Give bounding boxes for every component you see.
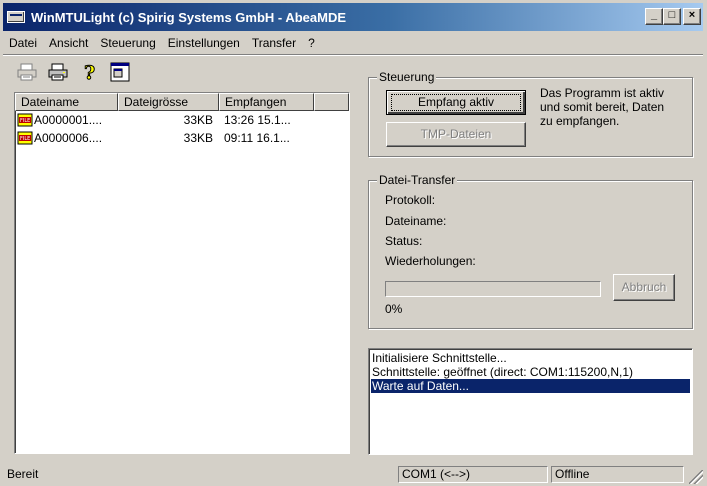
- menu-datei[interactable]: Datei: [3, 36, 43, 50]
- help-icon: ?: [84, 62, 96, 82]
- status-bar: Bereit COM1 (<-->) Offline: [3, 464, 703, 484]
- maximize-button[interactable]: □: [663, 8, 681, 25]
- control-info-line: Das Programm ist aktiv: [540, 86, 665, 100]
- svg-text:FILE: FILE: [20, 136, 30, 142]
- window-controls: _ □ ×: [645, 8, 701, 25]
- status-label: Status:: [385, 234, 423, 248]
- maximize-icon: □: [668, 9, 676, 21]
- control-group-label: Steuerung: [377, 70, 437, 84]
- file-name: A0000001....: [34, 113, 103, 127]
- help-button[interactable]: ?: [76, 60, 102, 84]
- file-name-cell: FILE A0000001....: [15, 113, 118, 127]
- log-line-selected[interactable]: Warte auf Daten...: [371, 379, 690, 393]
- log-line[interactable]: Initialisiere Schnittstelle...: [371, 351, 690, 365]
- print-button[interactable]: [45, 60, 71, 84]
- transfer-group-label: Datei-Transfer: [377, 173, 458, 187]
- column-header-empty[interactable]: [314, 93, 349, 111]
- minimize-button[interactable]: _: [645, 8, 663, 25]
- port-status: COM1 (<-->): [398, 466, 548, 483]
- column-header-dateiname[interactable]: Dateiname: [15, 93, 118, 111]
- window-button[interactable]: [107, 60, 133, 84]
- log-line[interactable]: Schnittstelle: geöffnet (direct: COM1:11…: [371, 365, 690, 379]
- toolbar: ?: [14, 58, 138, 86]
- filename-label: Dateiname:: [385, 214, 447, 228]
- protocol-label: Protokoll:: [385, 193, 436, 207]
- column-header-empfangen[interactable]: Empfangen: [219, 93, 314, 111]
- file-list[interactable]: Dateiname Dateigrösse Empfangen FILE A00…: [14, 92, 350, 454]
- window-title: WinMTULight (c) Spirig Systems GmbH - Ab…: [31, 9, 347, 25]
- menu-steuerung[interactable]: Steuerung: [94, 36, 161, 50]
- menu-help[interactable]: ?: [302, 36, 321, 50]
- app-icon[interactable]: [7, 11, 25, 23]
- transfer-progress-bar: [385, 281, 601, 297]
- abort-label: Abbruch: [621, 280, 667, 294]
- retries-label: Wiederholungen:: [385, 254, 476, 268]
- file-name-cell: FILE A0000006....: [15, 131, 118, 145]
- title-bar[interactable]: WinMTULight (c) Spirig Systems GmbH - Ab…: [3, 3, 703, 31]
- window-icon: [110, 62, 130, 82]
- menu-transfer[interactable]: Transfer: [246, 36, 302, 50]
- printer-icon: [48, 63, 68, 81]
- tmp-files-button[interactable]: TMP-Dateien: [386, 122, 526, 147]
- file-icon: FILE: [17, 113, 33, 127]
- control-info-line: und somit bereit, Daten: [540, 100, 665, 114]
- printer-disabled-icon: [17, 63, 37, 81]
- abort-button[interactable]: Abbruch: [613, 274, 675, 301]
- svg-text:?: ?: [84, 62, 95, 82]
- svg-text:FILE: FILE: [20, 118, 30, 124]
- file-icon: FILE: [17, 131, 33, 145]
- app-window: WinMTULight (c) Spirig Systems GmbH - Ab…: [0, 0, 707, 486]
- tmp-files-label: TMP-Dateien: [420, 127, 492, 141]
- file-size: 33KB: [183, 113, 213, 127]
- close-button[interactable]: ×: [683, 8, 701, 25]
- table-row[interactable]: FILE A0000006.... 33KB 09:11 16.1...: [15, 129, 349, 147]
- close-icon: ×: [688, 9, 696, 21]
- menu-einstellungen[interactable]: Einstellungen: [162, 36, 246, 50]
- file-name: A0000006....: [34, 131, 103, 145]
- table-row[interactable]: FILE A0000001.... 33KB 13:26 15.1...: [15, 111, 349, 129]
- file-received: 13:26 15.1...: [224, 113, 291, 127]
- file-received: 09:11 16.1...: [224, 131, 290, 145]
- resize-grip-icon[interactable]: [689, 470, 703, 484]
- receive-active-label: Empfang aktiv: [417, 95, 495, 109]
- file-list-header: Dateiname Dateigrösse Empfangen: [15, 93, 349, 111]
- progress-percent: 0%: [385, 302, 403, 316]
- column-header-dateigroesse[interactable]: Dateigrösse: [118, 93, 219, 111]
- receive-active-button[interactable]: Empfang aktiv: [386, 90, 526, 115]
- connection-status: Offline: [551, 466, 684, 483]
- control-info-line: zu empfangen.: [540, 114, 620, 128]
- status-text: Bereit: [7, 467, 39, 481]
- print-preview-button[interactable]: [14, 60, 40, 84]
- minimize-icon: _: [650, 9, 658, 21]
- log-list[interactable]: Initialisiere Schnittstelle... Schnittst…: [368, 348, 693, 455]
- menu-separator: [3, 54, 703, 56]
- control-info-text: Das Programm ist aktiv und somit bereit,…: [540, 86, 664, 128]
- file-size: 33KB: [183, 131, 213, 145]
- menu-ansicht[interactable]: Ansicht: [43, 36, 94, 50]
- menu-bar: Datei Ansicht Steuerung Einstellungen Tr…: [3, 32, 321, 54]
